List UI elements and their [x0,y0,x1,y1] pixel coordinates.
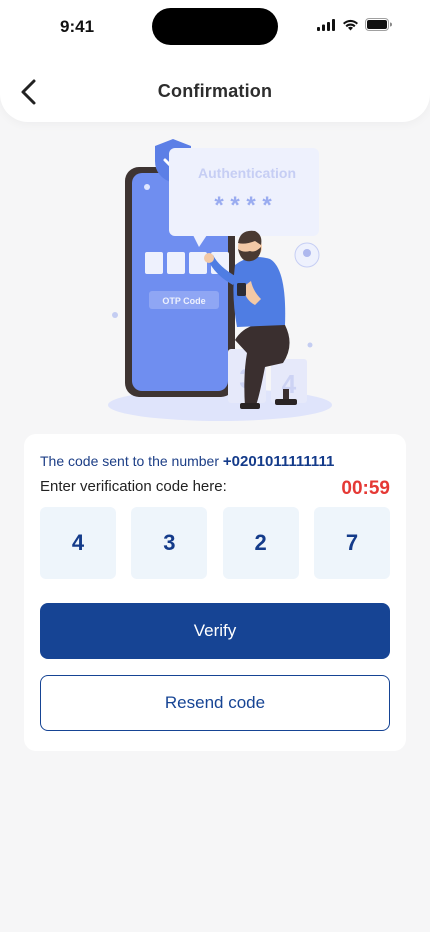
otp-input-row: 4 3 2 7 [40,507,390,579]
signal-icon [317,18,335,31]
resend-code-button[interactable]: Resend code [40,675,390,731]
authentication-illustration: Authentication * * * * OTP Code 3 4 [108,139,332,421]
code-sent-label: The code sent to the number [40,453,219,469]
page-title: Confirmation [157,81,273,101]
phone-number: +0201011111111 [222,453,335,470]
otp-code-label: OTP Code [162,296,205,306]
otp-digit-2[interactable]: 3 [131,507,208,579]
enter-code-label: Enter verification code here: [40,478,227,495]
otp-digit-3[interactable]: 2 [222,507,299,579]
wifi-icon [343,19,358,30]
dynamic-island [152,8,278,45]
status-time: 9:41 [60,17,95,36]
countdown-timer: 00:59 [341,478,390,499]
verify-button[interactable]: Verify [40,603,390,659]
status-icons [317,18,392,31]
code-sent-text: The code sent to the number +02010111111… [40,453,334,470]
battery-icon [365,18,392,31]
auth-bubble-title: Authentication [198,165,296,181]
otp-digit-1[interactable]: 4 [40,507,116,579]
header-bar: 9:41 Confirmation [0,0,430,122]
verification-card: The code sent to the number +02010111111… [24,434,406,751]
otp-digit-4[interactable]: 7 [313,507,390,579]
auth-bubble-stars: * * * * [214,192,272,219]
